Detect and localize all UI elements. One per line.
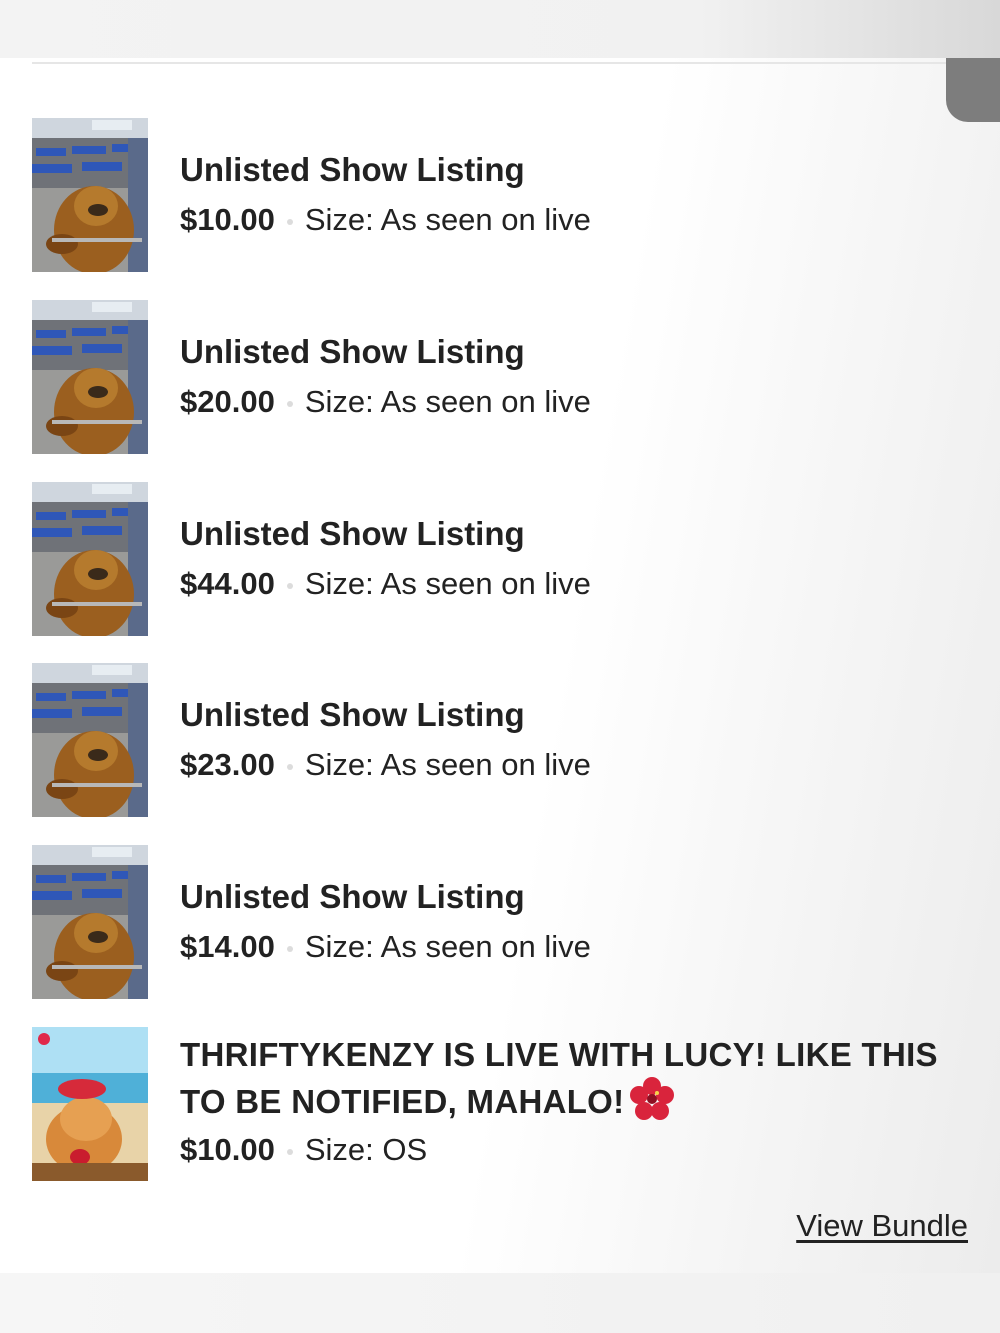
size-value: As seen on live: [380, 384, 591, 419]
listing-meta: $10.00 Size: OS: [180, 1130, 940, 1170]
listing-title-line: TO BE NOTIFIED, MAHALO!: [180, 1077, 940, 1124]
listing-info: THRIFTYKENZY IS LIVE WITH LUCY! LIKE THI…: [180, 1033, 940, 1170]
separator-dot: [286, 218, 293, 225]
size-label: Size:: [304, 202, 374, 237]
listing-thumbnail[interactable]: [32, 300, 148, 454]
size-label: Size:: [304, 384, 374, 419]
listing-meta: $14.00 Size: As seen on live: [180, 927, 940, 967]
listing-meta: $23.00 Size: As seen on live: [180, 745, 940, 785]
list-item[interactable]: THRIFTYKENZY IS LIVE WITH LUCY! LIKE THI…: [32, 1027, 938, 1187]
listing-meta: $44.00 Size: As seen on live: [180, 564, 940, 604]
listing-title[interactable]: THRIFTYKENZY IS LIVE WITH LUCY! LIKE THI…: [180, 1033, 940, 1124]
listing-meta: $20.00 Size: As seen on live: [180, 382, 940, 422]
listing-thumbnail[interactable]: [32, 845, 148, 999]
list-item[interactable]: Unlisted Show Listing $44.00 Size: As see…: [32, 482, 932, 638]
listing-title[interactable]: Unlisted Show Listing: [180, 512, 940, 556]
listing-info: Unlisted Show Listing $23.00 Size: As see…: [180, 693, 940, 785]
size-label: Size:: [304, 566, 374, 601]
listing-title[interactable]: Unlisted Show Listing: [180, 148, 940, 192]
listing-title-line: THRIFTYKENZY IS LIVE WITH LUCY! LIKE THI…: [180, 1036, 938, 1073]
listing-info: Unlisted Show Listing $20.00 Size: As see…: [180, 330, 940, 422]
size-label: Size:: [304, 929, 374, 964]
divider: [32, 62, 968, 64]
size-value: As seen on live: [380, 747, 591, 782]
bottom-shade: [0, 1273, 1000, 1333]
listing-price: $23.00: [180, 747, 275, 782]
list-item[interactable]: Unlisted Show Listing $20.00 Size: As see…: [32, 300, 932, 456]
size-value: As seen on live: [380, 202, 591, 237]
separator-dot: [286, 1148, 293, 1155]
listing-title[interactable]: Unlisted Show Listing: [180, 693, 940, 737]
listing-price: $10.00: [180, 202, 275, 237]
listing-price: $44.00: [180, 566, 275, 601]
listing-info: Unlisted Show Listing $44.00 Size: As see…: [180, 512, 940, 604]
listing-info: Unlisted Show Listing $10.00 Size: As see…: [180, 148, 940, 240]
list-item[interactable]: Unlisted Show Listing $10.00 Size: As see…: [32, 118, 932, 274]
separator-dot: [286, 763, 293, 770]
listing-price: $14.00: [180, 929, 275, 964]
top-shade: [0, 0, 1000, 60]
separator-dot: [286, 945, 293, 952]
corner-tab[interactable]: [946, 58, 1000, 122]
size-value: As seen on live: [380, 566, 591, 601]
view-bundle-link[interactable]: View Bundle: [796, 1208, 968, 1244]
listing-info: Unlisted Show Listing $14.00 Size: As see…: [180, 875, 940, 967]
listing-thumbnail[interactable]: [32, 1027, 148, 1181]
listing-thumbnail[interactable]: [32, 118, 148, 272]
listing-thumbnail[interactable]: [32, 663, 148, 817]
listing-title[interactable]: Unlisted Show Listing: [180, 330, 940, 374]
list-item[interactable]: Unlisted Show Listing $14.00 Size: As see…: [32, 845, 932, 1001]
listing-meta: $10.00 Size: As seen on live: [180, 200, 940, 240]
size-value: OS: [382, 1132, 428, 1167]
size-label: Size:: [304, 747, 374, 782]
separator-dot: [286, 582, 293, 589]
listing-price: $20.00: [180, 384, 275, 419]
size-label: Size:: [304, 1132, 374, 1167]
listing-title[interactable]: Unlisted Show Listing: [180, 875, 940, 919]
listing-thumbnail[interactable]: [32, 482, 148, 636]
list-item[interactable]: Unlisted Show Listing $23.00 Size: As see…: [32, 663, 932, 819]
listing-price: $10.00: [180, 1132, 275, 1167]
hibiscus-icon: [630, 1077, 675, 1121]
separator-dot: [286, 400, 293, 407]
size-value: As seen on live: [380, 929, 591, 964]
